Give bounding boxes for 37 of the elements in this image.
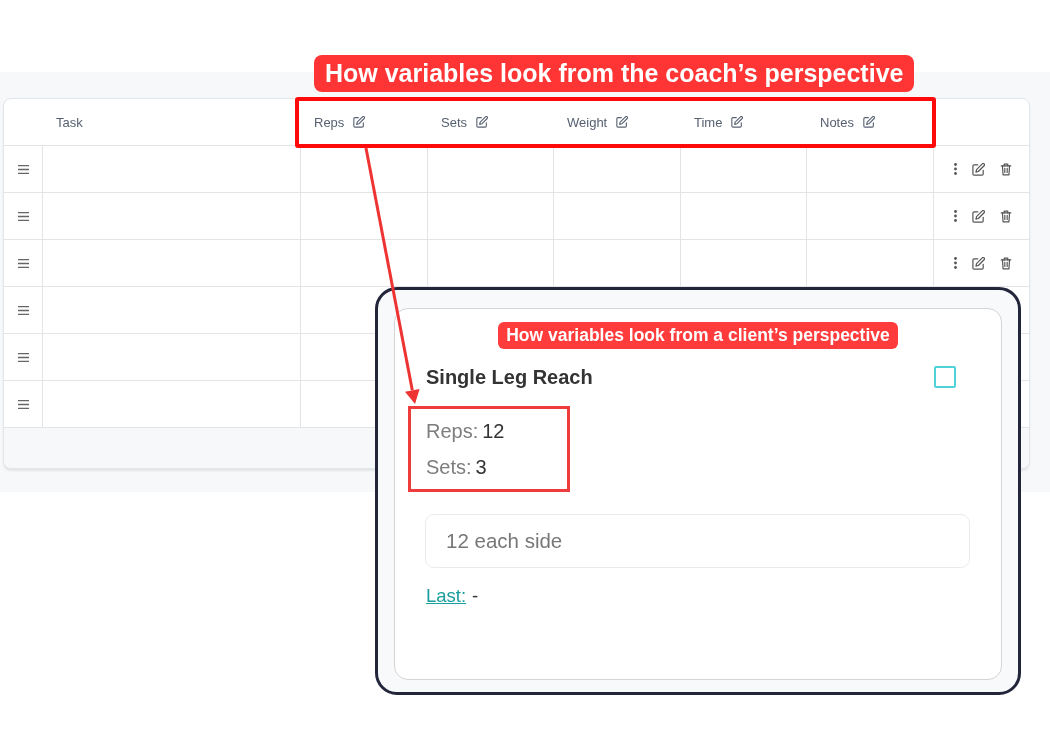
callout-label: How variables look from a client’s perspective bbox=[498, 322, 898, 349]
column-header: Notes bbox=[820, 114, 854, 130]
column-header: Weight bbox=[567, 114, 608, 130]
variable-label: Reps: bbox=[426, 419, 479, 443]
variable-value: 12 bbox=[482, 419, 505, 443]
edit-icon[interactable] bbox=[476, 116, 488, 128]
trash-icon[interactable] bbox=[1000, 162, 1012, 176]
trash-icon[interactable] bbox=[1000, 256, 1012, 270]
edit-icon[interactable] bbox=[862, 116, 875, 128]
hamburger-icon[interactable] bbox=[18, 352, 29, 362]
last-link[interactable]: Last: bbox=[426, 585, 467, 607]
column-header: Time bbox=[694, 114, 723, 130]
hamburger-icon[interactable] bbox=[18, 164, 29, 174]
edit-icon[interactable] bbox=[972, 209, 985, 223]
edit-icon[interactable] bbox=[731, 116, 744, 128]
column-header: Sets bbox=[441, 114, 467, 130]
callout-label: How variables look from the coach’s perspective bbox=[314, 55, 915, 92]
hamburger-icon[interactable] bbox=[18, 258, 29, 268]
variable-label: Sets: bbox=[426, 455, 472, 479]
checkbox[interactable] bbox=[934, 366, 956, 388]
trash-icon[interactable] bbox=[1000, 209, 1012, 223]
edit-icon[interactable] bbox=[972, 162, 985, 176]
edit-icon[interactable] bbox=[972, 256, 985, 270]
vertical-dots-icon[interactable] bbox=[954, 210, 957, 222]
hamburger-icon[interactable] bbox=[18, 399, 29, 409]
vertical-dots-icon[interactable] bbox=[954, 257, 957, 269]
hamburger-icon[interactable] bbox=[18, 305, 29, 315]
column-header: Reps bbox=[314, 114, 345, 130]
edit-icon[interactable] bbox=[353, 116, 366, 128]
hamburger-icon[interactable] bbox=[18, 211, 29, 221]
exercise-title: Single Leg Reach bbox=[426, 365, 593, 389]
vertical-dots-icon[interactable] bbox=[954, 163, 957, 175]
edit-icon[interactable] bbox=[616, 116, 629, 128]
notes-panel: 12 each side bbox=[425, 514, 970, 568]
column-header: Task bbox=[56, 114, 83, 130]
variable-value: 3 bbox=[475, 455, 487, 479]
last-value: - bbox=[472, 585, 479, 607]
